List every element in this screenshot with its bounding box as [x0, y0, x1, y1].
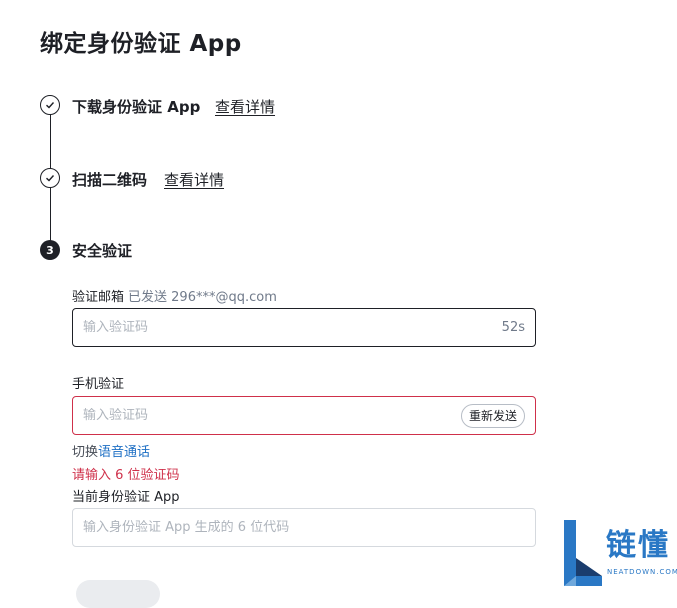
email-countdown: 52s: [501, 320, 525, 335]
email-verify-title: 验证邮箱: [72, 290, 125, 305]
switch-voice-line: 切换语音通话: [72, 441, 150, 460]
page-title: 绑定身份验证 App: [40, 31, 242, 57]
authenticator-label: 当前身份验证 App: [72, 490, 180, 505]
step-2-label: 扫描二维码: [72, 171, 148, 189]
email-code-field[interactable]: 52s: [72, 308, 536, 347]
step-2-details-link[interactable]: 查看详情: [164, 169, 224, 190]
step-3-label: 安全验证: [72, 242, 133, 260]
step-1-check-icon: [40, 95, 60, 115]
step-1-label: 下载身份验证 App: [72, 98, 201, 116]
step-2-check-icon: [40, 168, 60, 188]
step-1-details-link[interactable]: 查看详情: [215, 96, 275, 117]
logo-domain-text: NEATDOWN.COM: [607, 568, 677, 576]
submit-button[interactable]: [76, 580, 160, 608]
phone-code-field[interactable]: 重新发送: [72, 396, 536, 435]
authenticator-code-field[interactable]: [72, 508, 536, 547]
logo-brand-text: 链懂: [606, 528, 670, 563]
phone-code-input[interactable]: [83, 408, 461, 423]
watermark-logo: 链懂 NEATDOWN.COM: [562, 518, 677, 588]
voice-call-link[interactable]: 语音通话: [98, 445, 150, 460]
phone-error-message: 请输入 6 位验证码: [72, 468, 180, 483]
switch-prefix: 切换: [72, 445, 99, 460]
phone-verify-label: 手机验证: [72, 377, 125, 392]
step-connector: [50, 114, 51, 171]
authenticator-code-input[interactable]: [83, 520, 525, 535]
step-3-number-badge: 3: [40, 240, 60, 260]
email-code-input[interactable]: [83, 320, 502, 335]
step-connector: [50, 188, 51, 241]
resend-button[interactable]: 重新发送: [460, 403, 525, 428]
email-sent-text: 已发送 296***@qq.com: [128, 290, 277, 305]
logo-l-icon: [564, 520, 602, 586]
email-verify-label: 验证邮箱 已发送 296***@qq.com: [72, 286, 277, 305]
